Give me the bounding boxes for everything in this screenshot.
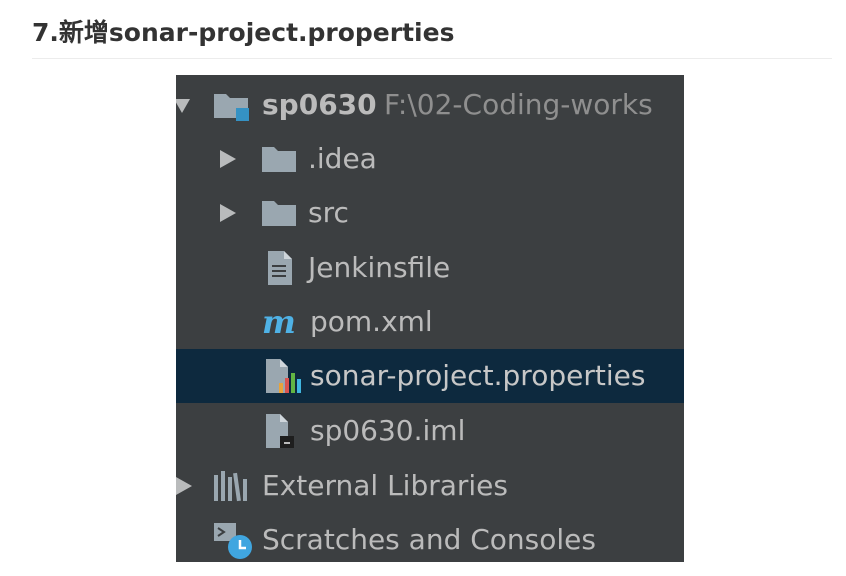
tree-item-label: Scratches and Consoles bbox=[262, 523, 596, 556]
libraries-icon bbox=[214, 471, 247, 502]
tree-item-label: pom.xml bbox=[310, 305, 433, 338]
tree-row-jenkinsfile[interactable]: Jenkinsfile bbox=[176, 241, 684, 295]
maven-icon: m bbox=[262, 303, 296, 341]
tree-row-root[interactable]: sp0630 F:\02-Coding-works bbox=[176, 78, 684, 132]
tree-item-label: src bbox=[308, 196, 349, 229]
section-heading: 7.新增sonar-project.properties bbox=[32, 18, 455, 47]
tree-row-pom[interactable]: m pom.xml bbox=[176, 295, 684, 349]
tree-item-label: .idea bbox=[308, 142, 377, 175]
project-tree-screenshot: sp0630 F:\02-Coding-works .idea src Jenk… bbox=[176, 75, 684, 562]
module-folder-icon bbox=[214, 94, 249, 121]
scratches-icon bbox=[214, 523, 252, 559]
text-file-icon bbox=[268, 251, 292, 285]
expand-arrow-icon[interactable] bbox=[176, 477, 192, 495]
expand-arrow-icon[interactable] bbox=[176, 99, 190, 113]
tree-row-idea[interactable]: .idea bbox=[176, 132, 684, 186]
root-module-name: sp0630 bbox=[262, 88, 377, 121]
tree-row-src[interactable]: src bbox=[176, 186, 684, 240]
tree-item-label: sp0630.iml bbox=[310, 414, 466, 447]
properties-file-icon bbox=[266, 359, 301, 393]
tree-row-iml[interactable]: sp0630.iml bbox=[176, 404, 684, 458]
expand-arrow-icon[interactable] bbox=[220, 204, 236, 222]
folder-icon bbox=[262, 201, 296, 226]
tree-row-external-libraries[interactable]: External Libraries bbox=[176, 459, 684, 513]
root-module-path: F:\02-Coding-works bbox=[384, 88, 653, 121]
iml-file-icon bbox=[266, 414, 294, 448]
tree-item-label: Jenkinsfile bbox=[308, 251, 451, 284]
tree-row-sonar-properties[interactable]: sonar-project.properties bbox=[176, 349, 684, 403]
tree-item-label: sonar-project.properties bbox=[310, 359, 646, 392]
folder-icon bbox=[262, 147, 296, 172]
heading-divider bbox=[32, 58, 832, 59]
tree-item-label: External Libraries bbox=[262, 469, 508, 502]
tree-row-scratches[interactable]: Scratches and Consoles bbox=[176, 513, 684, 562]
expand-arrow-icon[interactable] bbox=[220, 150, 236, 168]
